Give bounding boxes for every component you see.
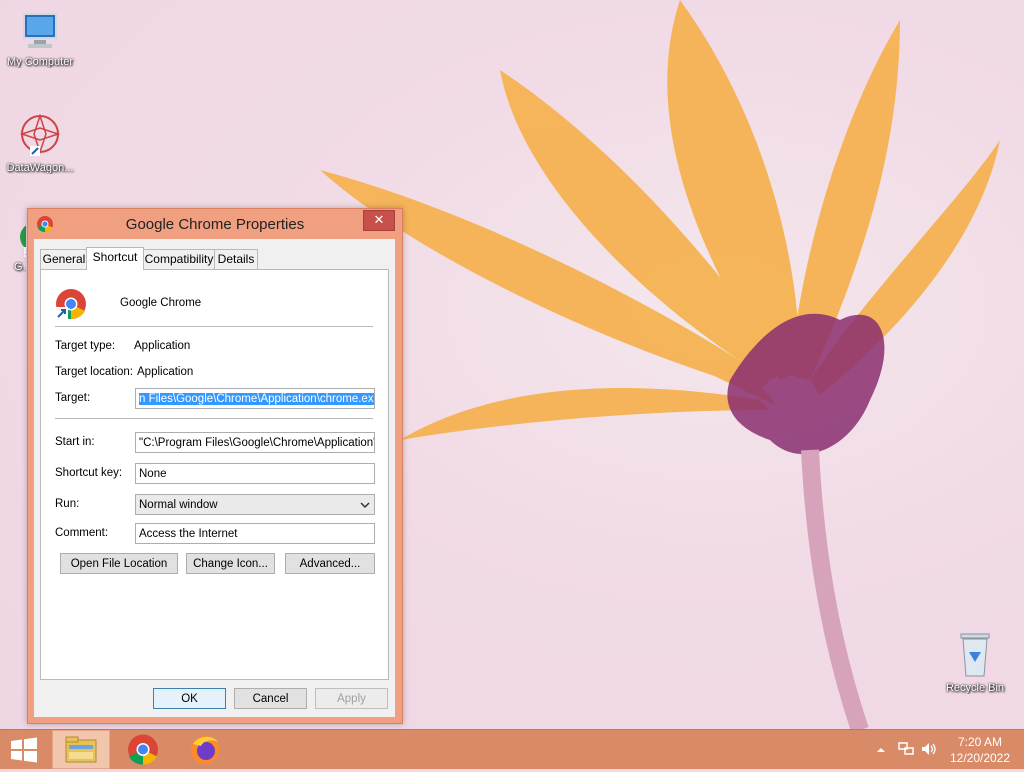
advanced-button[interactable]: Advanced... <box>285 553 375 574</box>
clock-date: 12/20/2022 <box>949 751 1011 765</box>
dialog-title: Google Chrome Properties <box>125 216 305 233</box>
desktop-icon-label: DataWagon... <box>6 162 74 174</box>
comment-input-value: Access the Internet <box>139 528 238 540</box>
button-label: Advanced... <box>299 558 361 570</box>
button-label: Change Icon... <box>193 558 268 570</box>
dialog-titlebar[interactable]: Google Chrome Properties ✕ <box>28 209 402 239</box>
start-in-label: Start in: <box>55 436 95 448</box>
dialog-client: General Shortcut Compatibility Details G… <box>34 239 395 717</box>
recycle-bin-icon <box>960 633 990 677</box>
target-label: Target: <box>55 392 91 404</box>
desktop-icon-my-computer[interactable]: My Computer <box>0 10 80 68</box>
button-label: Open File Location <box>70 558 168 570</box>
windows-logo-icon <box>11 737 37 763</box>
button-label: Cancel <box>252 693 289 705</box>
datawagon-icon <box>19 113 61 156</box>
change-icon-button[interactable]: Change Icon... <box>186 553 275 574</box>
close-button[interactable]: ✕ <box>363 210 395 231</box>
folder-icon <box>65 736 97 763</box>
properties-dialog: Google Chrome Properties ✕ General Short… <box>27 208 403 724</box>
computer-icon <box>23 13 57 48</box>
ok-button[interactable]: OK <box>153 688 226 709</box>
run-label: Run: <box>55 498 80 510</box>
volume-icon[interactable] <box>920 741 938 757</box>
tab-shortcut[interactable]: Shortcut <box>86 247 144 270</box>
shortcut-tab-panel: Google Chrome Target type: Application T… <box>40 269 389 680</box>
apply-button[interactable]: Apply <box>315 688 388 709</box>
tab-general[interactable]: General <box>40 249 88 269</box>
desktop-icon-label: Recycle Bin <box>945 682 1005 694</box>
target-input-value: n Files\Google\Chrome\Application\chrome… <box>139 393 374 405</box>
separator <box>55 418 373 419</box>
target-type-value: Application <box>134 340 191 352</box>
taskbar-firefox[interactable] <box>176 730 234 769</box>
separator <box>55 326 373 327</box>
shortcut-name: Google Chrome <box>120 297 202 309</box>
open-file-location-button[interactable]: Open File Location <box>60 553 178 574</box>
comment-input[interactable]: Access the Internet <box>135 523 375 544</box>
taskbar-chrome[interactable] <box>114 730 172 769</box>
tab-compatibility[interactable]: Compatibility <box>142 249 216 269</box>
taskbar: 7:20 AM 12/20/2022 <box>0 729 1024 769</box>
tab-label: Compatibility <box>144 252 214 266</box>
shortcut-key-input[interactable]: None <box>135 463 375 484</box>
chrome-shortcut-icon <box>56 289 86 320</box>
network-icon[interactable] <box>897 741 915 757</box>
target-location-label: Target location: <box>55 366 133 378</box>
start-in-input-value: "C:\Program Files\Google\Chrome\Applicat… <box>139 437 375 449</box>
clock-time: 7:20 AM <box>957 735 1003 749</box>
target-location-value: Application <box>137 366 194 378</box>
comment-label: Comment: <box>55 527 109 539</box>
chevron-down-icon <box>360 502 370 509</box>
show-hidden-icons-icon[interactable] <box>875 744 887 756</box>
target-type-label: Target type: <box>55 340 116 352</box>
shortcut-key-input-value: None <box>139 468 167 480</box>
start-button[interactable] <box>0 730 48 769</box>
desktop-icon-recycle-bin[interactable]: Recycle Bin <box>935 630 1015 694</box>
run-select-value: Normal window <box>139 499 218 511</box>
start-in-input[interactable]: "C:\Program Files\Google\Chrome\Applicat… <box>135 432 375 453</box>
cancel-button[interactable]: Cancel <box>234 688 307 709</box>
clock[interactable]: 7:20 AM 12/20/2022 <box>940 730 1020 769</box>
close-icon: ✕ <box>373 212 385 227</box>
shortcut-key-label: Shortcut key: <box>55 467 123 479</box>
chrome-shortcut-icon <box>20 225 26 257</box>
taskbar-file-explorer[interactable] <box>52 730 110 769</box>
desktop-icon-datawagon[interactable]: DataWagon... <box>0 112 80 174</box>
button-label: OK <box>181 693 198 705</box>
tab-details[interactable]: Details <box>214 249 258 269</box>
chrome-icon <box>128 734 158 765</box>
target-input[interactable]: n Files\Google\Chrome\Application\chrome… <box>135 388 375 409</box>
tab-label: Shortcut <box>92 250 138 264</box>
run-select[interactable]: Normal window <box>135 494 375 515</box>
firefox-icon <box>191 736 219 764</box>
tab-label: Details <box>217 252 255 266</box>
desktop-icon-label: G... <box>14 261 26 273</box>
desktop-icon-chrome-shortcut[interactable]: G... <box>0 215 26 273</box>
desktop-icon-label: My Computer <box>6 56 74 68</box>
button-label: Apply <box>337 693 366 705</box>
tab-label: General <box>42 252 86 266</box>
